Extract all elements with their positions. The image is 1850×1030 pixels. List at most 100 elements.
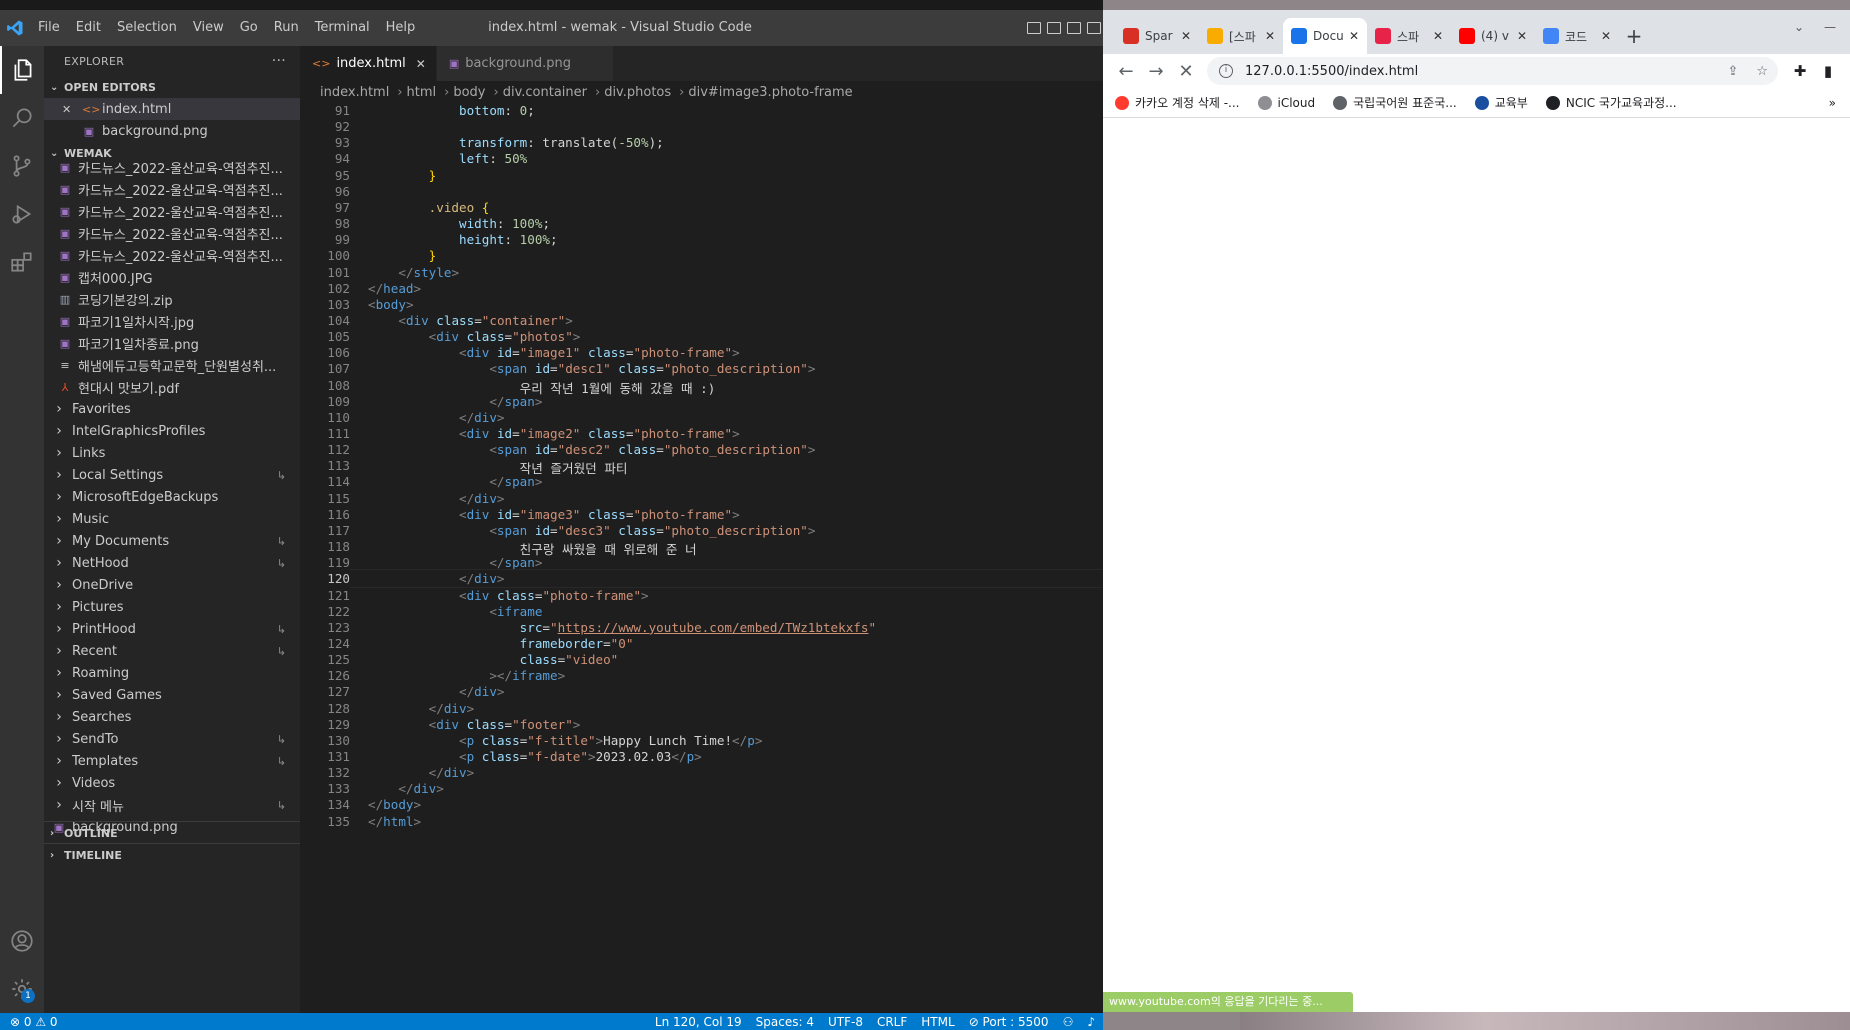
- folder-item[interactable]: › SendTo ↳: [44, 728, 300, 750]
- menu-run[interactable]: Run: [266, 10, 307, 46]
- close-icon[interactable]: ✕: [1517, 29, 1527, 43]
- extensions-puzzle-icon[interactable]: ✚: [1786, 62, 1814, 80]
- problems-indicator[interactable]: ⊗ 0 ⚠ 0: [0, 1015, 58, 1029]
- line-ending[interactable]: CRLF: [877, 1015, 907, 1029]
- extensions-icon[interactable]: [0, 238, 44, 286]
- browser-tab[interactable]: Spar ✕: [1115, 18, 1199, 54]
- browser-tab[interactable]: [스파 ✕: [1199, 18, 1283, 54]
- forward-icon[interactable]: →: [1141, 61, 1171, 82]
- file-item[interactable]: ⅄ 현대시 맛보기.pdf: [44, 376, 300, 398]
- file-item[interactable]: ▣ 카드뉴스_2022-울산교육-역점추진...: [44, 200, 300, 222]
- close-icon[interactable]: ✕: [1265, 29, 1275, 43]
- folder-item[interactable]: › Music: [44, 508, 300, 530]
- folder-item[interactable]: › OneDrive: [44, 574, 300, 596]
- browser-tab[interactable]: Docu ✕: [1283, 18, 1367, 54]
- live-server-port[interactable]: ⊘ Port : 5500: [969, 1015, 1049, 1029]
- toggle-secondary-sidebar-icon[interactable]: [1067, 22, 1081, 34]
- tab-background-png[interactable]: ▣ background.png: [436, 46, 614, 81]
- indentation[interactable]: Spaces: 4: [756, 1015, 814, 1029]
- file-item[interactable]: ▥ 코딩기본강의.zip: [44, 288, 300, 310]
- breadcrumb-item[interactable]: div#image3.photo-frame: [688, 85, 852, 100]
- code-editor[interactable]: 91 bottom: 0; 92 93 transform: translate(-…: [300, 103, 1103, 1013]
- language-mode[interactable]: HTML: [921, 1015, 954, 1029]
- address-bar[interactable]: i 127.0.0.1:5500/index.html ⇪ ☆: [1207, 57, 1778, 85]
- close-icon[interactable]: ✕: [1601, 29, 1611, 43]
- menu-file[interactable]: File: [30, 10, 68, 46]
- menu-help[interactable]: Help: [378, 10, 424, 46]
- folder-item[interactable]: › Pictures: [44, 596, 300, 618]
- site-info-icon[interactable]: i: [1219, 64, 1233, 78]
- folder-item[interactable]: › Favorites: [44, 398, 300, 420]
- folder-item[interactable]: › PrintHood ↳: [44, 618, 300, 640]
- manage-gear-icon[interactable]: 1: [0, 965, 44, 1013]
- breadcrumb-item[interactable]: index.html: [320, 85, 389, 100]
- close-icon[interactable]: ✕: [416, 57, 426, 71]
- browser-tab[interactable]: (4) v ✕: [1451, 18, 1535, 54]
- side-panel-icon[interactable]: ▮: [1814, 62, 1842, 80]
- bookmark-item[interactable]: 국립국어원 표준국...: [1333, 94, 1457, 111]
- folder-item[interactable]: › Recent ↳: [44, 640, 300, 662]
- folder-item[interactable]: › NetHood ↳: [44, 552, 300, 574]
- toggle-sidebar-icon[interactable]: [1027, 22, 1041, 34]
- file-item[interactable]: ▣ 파코기1일차시작.jpg: [44, 310, 300, 332]
- bookmark-item[interactable]: iCloud: [1257, 95, 1315, 110]
- explorer-icon[interactable]: [0, 46, 44, 94]
- bell-icon[interactable]: ♪: [1087, 1015, 1095, 1029]
- cursor-position[interactable]: Ln 120, Col 19: [655, 1015, 742, 1029]
- folder-item[interactable]: › Templates ↳: [44, 750, 300, 772]
- run-debug-icon[interactable]: [0, 190, 44, 238]
- close-icon[interactable]: ✕: [1433, 29, 1443, 43]
- folder-item[interactable]: › Roaming: [44, 662, 300, 684]
- bookmark-star-icon[interactable]: ☆: [1756, 64, 1768, 79]
- tab-index-html[interactable]: <> index.html ✕: [300, 46, 437, 81]
- bookmark-item[interactable]: 카카오 계정 삭제 -...: [1115, 94, 1240, 111]
- menu-terminal[interactable]: Terminal: [307, 10, 378, 46]
- close-icon[interactable]: ✕: [62, 103, 74, 116]
- breadcrumb-item[interactable]: body: [453, 85, 485, 100]
- tab-search-icon[interactable]: ⌄: [1794, 20, 1804, 34]
- close-icon[interactable]: ✕: [1349, 29, 1359, 43]
- share-icon[interactable]: ⇪: [1727, 64, 1738, 79]
- breadcrumb-item[interactable]: div.container: [503, 85, 587, 100]
- toggle-panel-icon[interactable]: [1047, 22, 1061, 34]
- file-item[interactable]: ▣ 파코기1일차종료.png: [44, 332, 300, 354]
- file-item[interactable]: ▣ 카드뉴스_2022-울산교육-역점추진...: [44, 178, 300, 200]
- folder-item[interactable]: › 시작 메뉴 ↳: [44, 794, 300, 816]
- folder-item[interactable]: › Videos: [44, 772, 300, 794]
- account-icon[interactable]: [0, 917, 44, 965]
- open-editor-item[interactable]: ▣ background.png: [44, 120, 300, 142]
- open-editor-item[interactable]: ✕ <> index.html: [44, 98, 300, 120]
- breadcrumb-item[interactable]: div.photos: [604, 85, 671, 100]
- folder-item[interactable]: › IntelGraphicsProfiles: [44, 420, 300, 442]
- menu-selection[interactable]: Selection: [109, 10, 185, 46]
- new-tab-button[interactable]: +: [1619, 18, 1649, 54]
- encoding[interactable]: UTF-8: [828, 1015, 863, 1029]
- folder-item[interactable]: › Searches: [44, 706, 300, 728]
- browser-tab[interactable]: 코드 ✕: [1535, 18, 1619, 54]
- folder-item[interactable]: › MicrosoftEdgeBackups: [44, 486, 300, 508]
- feedback-icon[interactable]: ⚇: [1063, 1015, 1074, 1029]
- explorer-more-icon[interactable]: ···: [272, 53, 286, 69]
- back-icon[interactable]: ←: [1111, 61, 1141, 82]
- file-item[interactable]: ▣ 카드뉴스_2022-울산교육-역점추진...: [44, 244, 300, 266]
- menu-edit[interactable]: Edit: [68, 10, 109, 46]
- close-icon[interactable]: ✕: [1181, 29, 1191, 43]
- file-item[interactable]: ▣ 캡처000.JPG: [44, 266, 300, 288]
- file-item[interactable]: ▣ 카드뉴스_2022-울산교육-역점추진...: [44, 222, 300, 244]
- folder-item[interactable]: › My Documents ↳: [44, 530, 300, 552]
- timeline-section[interactable]: › TIMELINE: [44, 843, 300, 866]
- source-control-icon[interactable]: [0, 142, 44, 190]
- file-item[interactable]: ▣ 카드뉴스_2022-울산교육-역점추진...: [44, 156, 300, 178]
- folder-item[interactable]: › Local Settings ↳: [44, 464, 300, 486]
- outline-section[interactable]: › OUTLINE: [44, 821, 300, 844]
- stop-loading-icon[interactable]: ✕: [1171, 61, 1201, 82]
- browser-tab[interactable]: 스파 ✕: [1367, 18, 1451, 54]
- folder-item[interactable]: › Saved Games: [44, 684, 300, 706]
- folder-item[interactable]: › Links: [44, 442, 300, 464]
- file-item[interactable]: ≡ 해냄에듀고등학교문학_단원별성취...: [44, 354, 300, 376]
- open-editors-section[interactable]: ⌄ OPEN EDITORS: [44, 76, 300, 98]
- customize-layout-icon[interactable]: [1087, 22, 1101, 34]
- minimize-icon[interactable]: —: [1824, 20, 1836, 34]
- search-icon[interactable]: [0, 94, 44, 142]
- bookmark-item[interactable]: NCIC 국가교육과정...: [1545, 94, 1677, 111]
